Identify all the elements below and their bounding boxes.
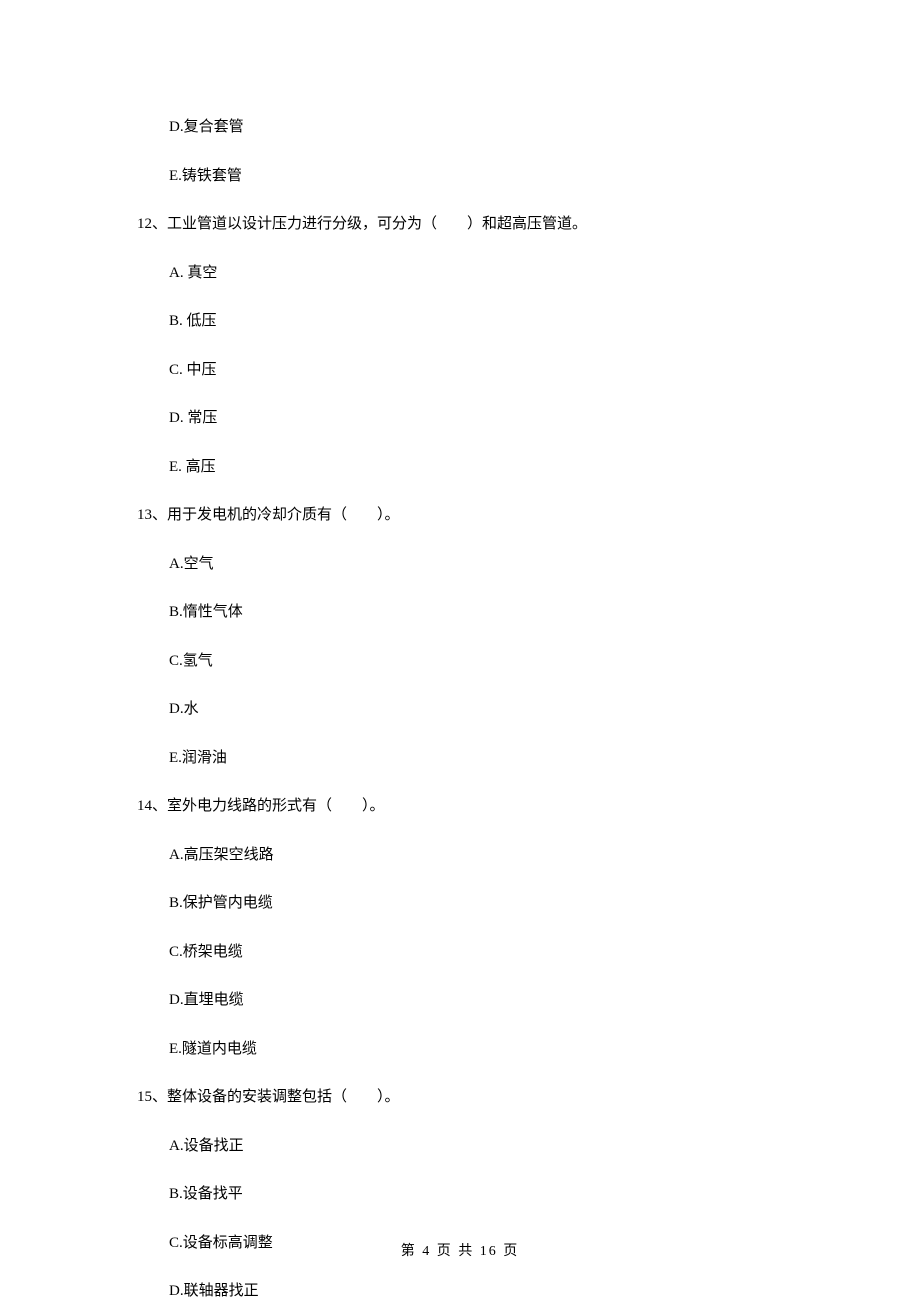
option-item: D.直埋电缆	[169, 989, 800, 1012]
option-item: E.润滑油	[169, 747, 800, 770]
question-13: 13、用于发电机的冷却介质有（ ）。	[137, 504, 800, 527]
question-text: 工业管道以设计压力进行分级，可分为（ ）和超高压管道。	[167, 216, 587, 232]
option-item: E.隧道内电缆	[169, 1038, 800, 1061]
page-number: 第 4 页 共 16 页	[401, 1244, 520, 1259]
option-item: D.复合套管	[169, 116, 800, 139]
question-text: 整体设备的安装调整包括（ ）。	[167, 1089, 400, 1105]
option-item: B.保护管内电缆	[169, 892, 800, 915]
option-item: D. 常压	[169, 407, 800, 430]
question-14: 14、室外电力线路的形式有（ ）。	[137, 795, 800, 818]
question-15: 15、整体设备的安装调整包括（ ）。	[137, 1086, 800, 1109]
option-item: B. 低压	[169, 310, 800, 333]
question-number: 15、	[137, 1089, 167, 1105]
document-content: D.复合套管 E.铸铁套管 12、工业管道以设计压力进行分级，可分为（ ）和超高…	[0, 0, 920, 1303]
option-item: D.联轴器找正	[169, 1280, 800, 1303]
page-footer: 第 4 页 共 16 页	[0, 1241, 920, 1262]
option-item: C. 中压	[169, 359, 800, 382]
question-number: 14、	[137, 798, 167, 814]
option-item: C.氢气	[169, 650, 800, 673]
option-item: B.惰性气体	[169, 601, 800, 624]
question-number: 13、	[137, 507, 167, 523]
option-item: A.高压架空线路	[169, 844, 800, 867]
option-item: B.设备找平	[169, 1183, 800, 1206]
option-item: E. 高压	[169, 456, 800, 479]
option-item: A.设备找正	[169, 1135, 800, 1158]
question-text: 用于发电机的冷却介质有（ ）。	[167, 507, 400, 523]
option-item: E.铸铁套管	[169, 165, 800, 188]
option-item: C.桥架电缆	[169, 941, 800, 964]
option-item: A.空气	[169, 553, 800, 576]
option-item: A. 真空	[169, 262, 800, 285]
question-text: 室外电力线路的形式有（ ）。	[167, 798, 385, 814]
option-item: D.水	[169, 698, 800, 721]
question-12: 12、工业管道以设计压力进行分级，可分为（ ）和超高压管道。	[137, 213, 800, 236]
question-number: 12、	[137, 216, 167, 232]
